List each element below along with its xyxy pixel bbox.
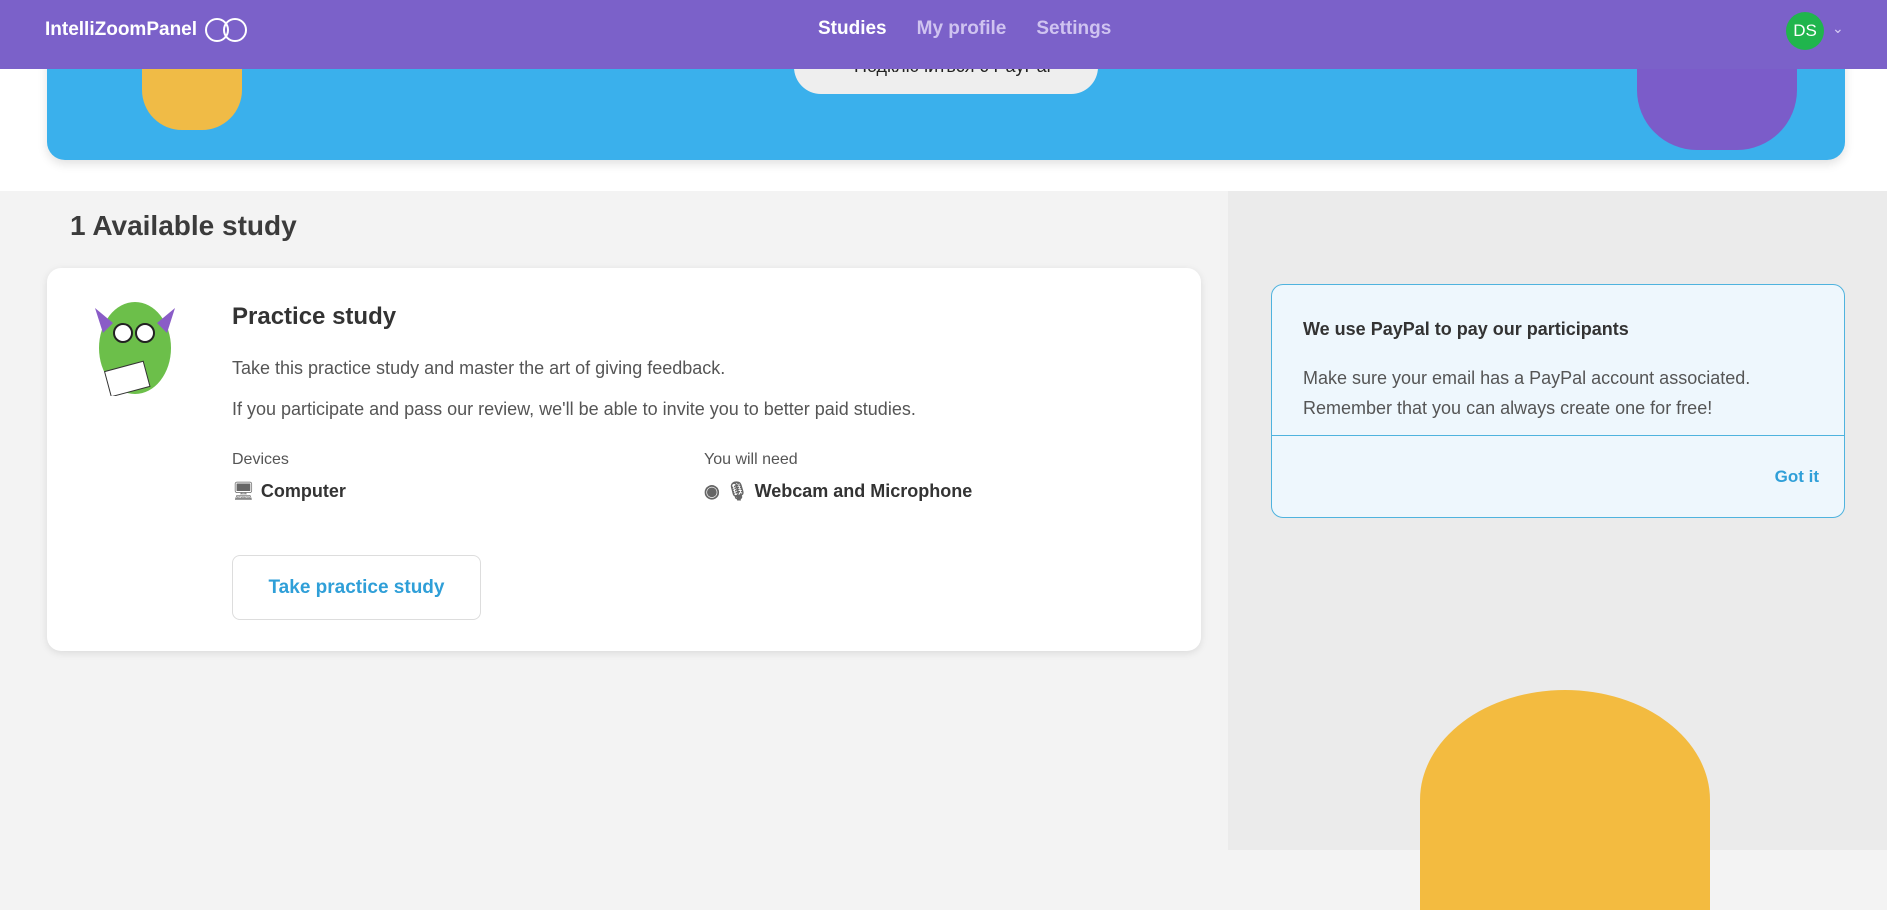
notice-title: We use PayPal to pay our participants <box>1303 319 1629 339</box>
webcam-icon: ◉ <box>704 481 720 501</box>
requirements-label: You will need <box>704 451 798 468</box>
got-it-button[interactable]: Got it <box>1775 467 1819 487</box>
nav-studies[interactable]: Studies <box>818 18 887 40</box>
study-card: Practice study Take this practice study … <box>47 268 1201 651</box>
orange-monster-illustration <box>1420 690 1710 910</box>
study-description-2: If you participate and pass our review, … <box>232 399 916 419</box>
chevron-down-icon[interactable]: ⌄ <box>1832 20 1844 37</box>
nav-my-profile[interactable]: My profile <box>917 18 1007 40</box>
microphone-icon: 🎙 <box>725 481 749 501</box>
study-title: Practice study <box>232 303 397 330</box>
page-title: 1 Available study <box>70 210 297 241</box>
requirements-value: Webcam and Microphone <box>754 481 973 501</box>
study-description: Take this practice study and master the … <box>232 358 726 378</box>
brand-name: IntelliZoomPanel <box>45 19 198 40</box>
divider <box>1272 435 1844 436</box>
faces-logo-icon <box>205 16 249 44</box>
green-monster-illustration <box>95 302 175 396</box>
notice-text: Make sure your email has a PayPal accoun… <box>1303 368 1751 418</box>
top-navbar: IntelliZoomPanel Studies My profile Sett… <box>0 0 1887 69</box>
devices-value: Computer <box>260 481 346 501</box>
take-practice-study-button[interactable]: Take practice study <box>232 555 481 620</box>
paypal-notice-card: We use PayPal to pay our participants Ma… <box>1271 284 1845 518</box>
computer-icon: 🖥 <box>232 481 255 501</box>
nav-settings[interactable]: Settings <box>1036 18 1111 40</box>
user-avatar[interactable]: DS <box>1786 12 1824 50</box>
brand-logo[interactable]: IntelliZoomPanel <box>45 16 249 44</box>
devices-label: Devices <box>232 451 289 468</box>
